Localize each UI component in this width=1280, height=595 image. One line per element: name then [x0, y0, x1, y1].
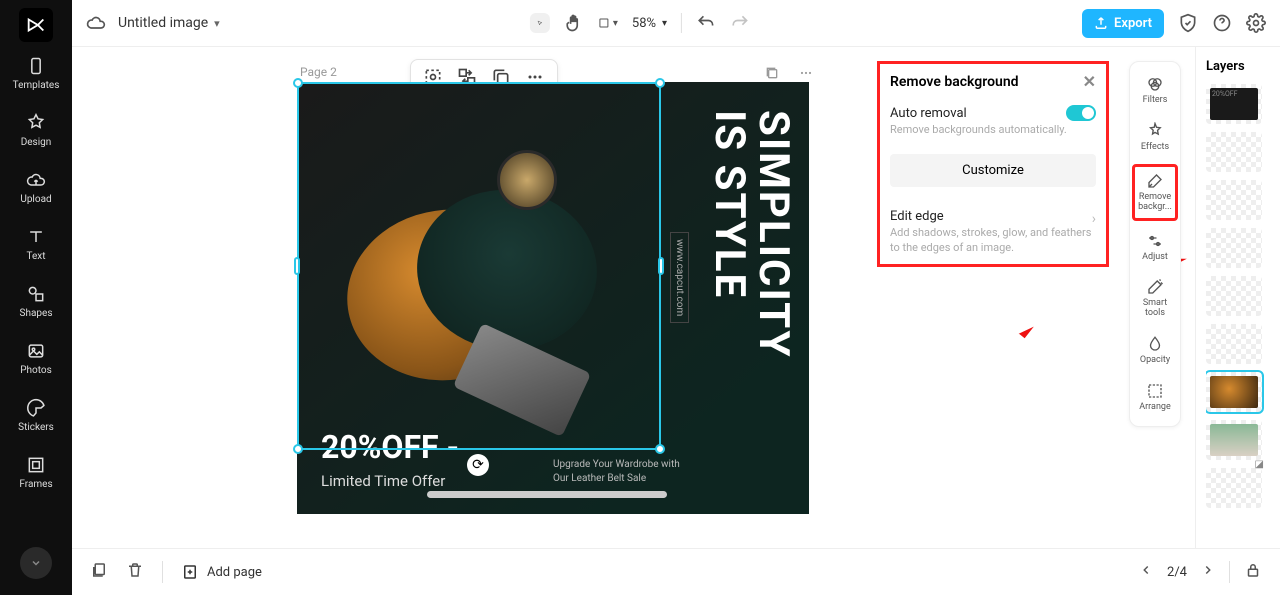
- layer-thumb[interactable]: [1206, 180, 1262, 220]
- export-button[interactable]: Export: [1082, 9, 1164, 38]
- sidebar-item-shapes[interactable]: Shapes: [0, 280, 72, 323]
- layer-thumb[interactable]: [1206, 132, 1262, 172]
- sidebar-item-templates[interactable]: Templates: [0, 52, 72, 95]
- headline-text[interactable]: SIMPLICITYIS STYLE: [707, 110, 795, 359]
- panel-title: Remove background: [890, 74, 1019, 90]
- document-title[interactable]: Untitled image: [118, 15, 208, 31]
- chevron-down-icon[interactable]: ▾: [214, 17, 220, 30]
- auto-removal-desc: Remove backgrounds automatically.: [890, 123, 1096, 138]
- edit-edge-row[interactable]: Edit edge Add shadows, strokes, glow, an…: [890, 201, 1096, 256]
- hand-tool[interactable]: [564, 13, 584, 33]
- next-page-icon[interactable]: [1201, 563, 1215, 581]
- add-page-button[interactable]: Add page: [181, 563, 262, 581]
- sidebar-item-text[interactable]: Text: [0, 223, 72, 266]
- sidebar-item-photos[interactable]: Photos: [0, 337, 72, 380]
- sidebar-item-frames[interactable]: Frames: [0, 451, 72, 494]
- right-toolstrip: Filters Effects Remove backgr... Adjust …: [1129, 61, 1181, 427]
- layer-thumb[interactable]: [1206, 372, 1262, 412]
- layers-title: Layers: [1206, 59, 1280, 74]
- design-canvas[interactable]: SIMPLICITYIS STYLE www.capcut.com 20%OFF…: [297, 82, 809, 514]
- layer-thumb[interactable]: ◪: [1206, 468, 1262, 508]
- sidebar-item-upload[interactable]: Upload: [0, 166, 72, 209]
- settings-icon[interactable]: [1246, 13, 1266, 33]
- toolstrip-filters[interactable]: Filters: [1132, 70, 1178, 111]
- lock-icon[interactable]: [1244, 561, 1262, 583]
- layers-panel: Layers 20%OFF ◪: [1195, 47, 1280, 548]
- chevron-right-icon: ›: [1092, 211, 1096, 227]
- sidebar-item-design[interactable]: Design: [0, 109, 72, 152]
- toolstrip-smart-tools[interactable]: Smart tools: [1132, 273, 1178, 324]
- layer-thumb[interactable]: [1206, 228, 1262, 268]
- auto-removal-toggle[interactable]: [1066, 105, 1096, 121]
- refresh-badge-icon[interactable]: ⟳: [467, 454, 489, 476]
- toolstrip-opacity[interactable]: Opacity: [1132, 330, 1178, 371]
- pages-icon[interactable]: [90, 561, 108, 583]
- app-logo[interactable]: [19, 8, 53, 42]
- layer-thumb[interactable]: [1206, 276, 1262, 316]
- zoom-level[interactable]: 58% ▾: [632, 16, 667, 31]
- help-icon[interactable]: [1212, 13, 1232, 33]
- sidebar-expand-toggle[interactable]: [20, 547, 52, 579]
- redo-button[interactable]: [730, 13, 750, 33]
- layer-thumb[interactable]: 20%OFF: [1206, 84, 1262, 124]
- shield-icon[interactable]: [1178, 13, 1198, 33]
- description-text[interactable]: Upgrade Your Wardrobe withOur Leather Be…: [553, 458, 680, 486]
- layer-thumb[interactable]: [1206, 420, 1262, 460]
- remove-background-panel: Remove background ✕ Auto removal Remove …: [877, 61, 1109, 267]
- cloud-icon[interactable]: [86, 13, 106, 33]
- discount-text[interactable]: 20%OFF -: [321, 428, 455, 466]
- page-label: Page 2: [300, 65, 337, 79]
- cursor-tool[interactable]: [530, 13, 550, 33]
- layer-thumb[interactable]: [1206, 324, 1262, 364]
- close-icon[interactable]: ✕: [1083, 72, 1096, 91]
- sidebar-item-stickers[interactable]: Stickers: [0, 394, 72, 437]
- toolstrip-arrange[interactable]: Arrange: [1132, 377, 1178, 418]
- trash-icon[interactable]: [126, 561, 144, 583]
- crop-tool[interactable]: ▾: [598, 13, 618, 33]
- prev-page-icon[interactable]: [1139, 563, 1153, 581]
- horizontal-scrollbar[interactable]: [427, 491, 667, 498]
- auto-removal-label: Auto removal: [890, 106, 967, 121]
- url-text[interactable]: www.capcut.com: [670, 232, 689, 323]
- toolstrip-effects[interactable]: Effects: [1132, 117, 1178, 158]
- customize-button[interactable]: Customize: [890, 154, 1096, 187]
- belt-product-image[interactable]: [297, 130, 667, 440]
- page-counter: 2/4: [1167, 565, 1187, 580]
- toolstrip-remove-bg[interactable]: Remove backgr...: [1132, 164, 1178, 221]
- toolstrip-adjust[interactable]: Adjust: [1132, 227, 1178, 268]
- undo-button[interactable]: [696, 13, 716, 33]
- limited-text[interactable]: Limited Time Offer: [321, 472, 445, 490]
